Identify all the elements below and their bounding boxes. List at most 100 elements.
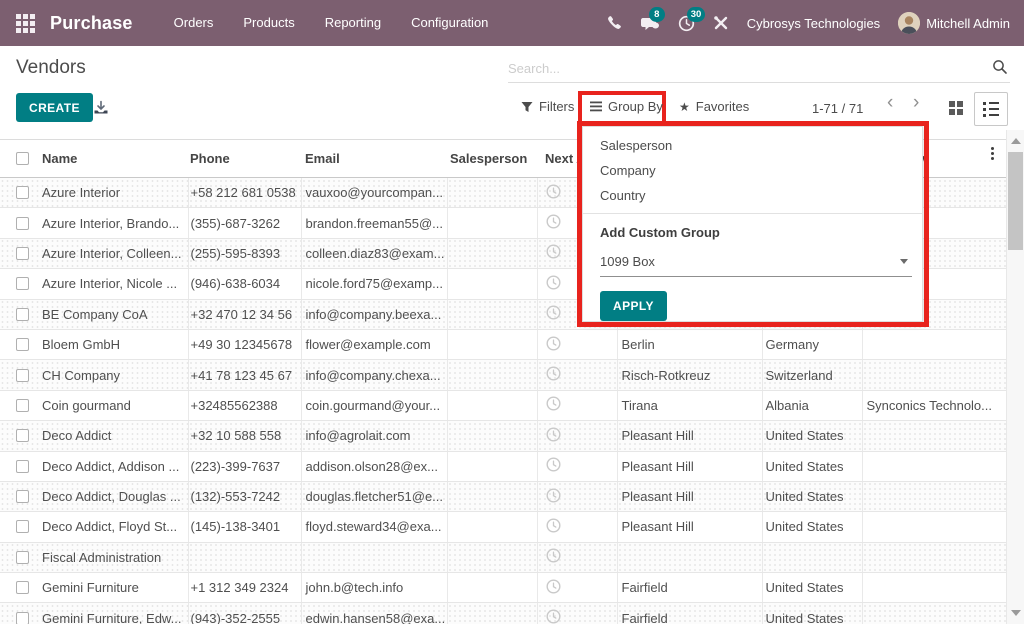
kanban-view-button[interactable] (949, 101, 964, 116)
cell-city[interactable]: Fairfield (617, 573, 762, 603)
cell-email[interactable]: colleen.diaz83@exam... (301, 238, 447, 268)
activities-icon[interactable]: 30 (678, 15, 695, 32)
cell-phone[interactable]: +41 78 123 45 67 (188, 360, 301, 390)
cell-email[interactable]: john.b@tech.info (301, 573, 447, 603)
cell-country[interactable]: United States (762, 603, 862, 624)
tools-icon[interactable] (713, 15, 729, 31)
cell-city[interactable]: Pleasant Hill (617, 512, 762, 542)
cell-country[interactable]: United States (762, 481, 862, 511)
row-checkbox[interactable] (16, 186, 29, 199)
cell-name[interactable]: Azure Interior, Brando... (40, 208, 188, 238)
cell-activity[interactable] (537, 481, 617, 511)
cell-name[interactable]: Fiscal Administration (40, 542, 188, 572)
cell-email[interactable]: info@agrolait.com (301, 421, 447, 451)
nav-menu-reporting[interactable]: Reporting (310, 0, 396, 46)
cell-company[interactable] (862, 542, 1006, 572)
row-checkbox[interactable] (16, 399, 29, 412)
cell-country[interactable]: United States (762, 451, 862, 481)
favorites-button[interactable]: ★ Favorites (679, 99, 749, 114)
table-row[interactable]: Gemini Furniture, Edw...(943)-352-2555ed… (0, 603, 1006, 624)
row-checkbox[interactable] (16, 369, 29, 382)
cell-salesperson[interactable] (447, 360, 537, 390)
row-checkbox[interactable] (16, 308, 29, 321)
cell-email[interactable]: brandon.freeman55@... (301, 208, 447, 238)
nav-menu-configuration[interactable]: Configuration (396, 0, 503, 46)
cell-activity[interactable] (537, 421, 617, 451)
cell-phone[interactable]: (145)-138-3401 (188, 512, 301, 542)
table-row[interactable]: Bloem GmbH+49 30 12345678flower@example.… (0, 329, 1006, 359)
cell-salesperson[interactable] (447, 390, 537, 420)
table-row[interactable]: Deco Addict, Floyd St...(145)-138-3401fl… (0, 512, 1006, 542)
cell-salesperson[interactable] (447, 178, 537, 208)
user-menu[interactable]: Mitchell Admin (898, 12, 1010, 34)
phone-icon[interactable] (606, 15, 622, 31)
cell-company[interactable] (862, 512, 1006, 542)
cell-city[interactable]: Fairfield (617, 603, 762, 624)
cell-country[interactable] (762, 542, 862, 572)
search-icon[interactable] (992, 59, 1008, 80)
cell-company[interactable] (862, 421, 1006, 451)
cell-city[interactable]: Pleasant Hill (617, 451, 762, 481)
scrollbar-thumb[interactable] (1008, 152, 1023, 250)
cell-phone[interactable]: +1 312 349 2324 (188, 573, 301, 603)
cell-phone[interactable]: +32485562388 (188, 390, 301, 420)
row-checkbox[interactable] (16, 429, 29, 442)
cell-salesperson[interactable] (447, 573, 537, 603)
custom-group-field-select[interactable]: 1099 Box (600, 252, 912, 277)
cell-name[interactable]: Gemini Furniture (40, 573, 188, 603)
cell-email[interactable]: flower@example.com (301, 329, 447, 359)
column-header-name[interactable]: Name (40, 140, 188, 178)
select-all-checkbox[interactable] (16, 152, 29, 165)
cell-salesperson[interactable] (447, 299, 537, 329)
apply-button[interactable]: APPLY (600, 291, 667, 321)
cell-salesperson[interactable] (447, 542, 537, 572)
cell-activity[interactable] (537, 390, 617, 420)
cell-country[interactable]: United States (762, 573, 862, 603)
cell-email[interactable]: douglas.fletcher51@e... (301, 481, 447, 511)
cell-salesperson[interactable] (447, 421, 537, 451)
cell-activity[interactable] (537, 512, 617, 542)
cell-salesperson[interactable] (447, 603, 537, 624)
cell-country[interactable]: Germany (762, 329, 862, 359)
cell-salesperson[interactable] (447, 269, 537, 299)
cell-country[interactable]: Switzerland (762, 360, 862, 390)
cell-phone[interactable] (188, 542, 301, 572)
cell-email[interactable]: floyd.steward34@exa... (301, 512, 447, 542)
cell-phone[interactable]: (132)-553-7242 (188, 481, 301, 511)
row-checkbox[interactable] (16, 581, 29, 594)
cell-name[interactable]: Deco Addict, Douglas ... (40, 481, 188, 511)
scrollbar-down-icon[interactable] (1011, 610, 1021, 616)
cell-phone[interactable]: +32 10 588 558 (188, 421, 301, 451)
cell-email[interactable]: info@company.beexa... (301, 299, 447, 329)
cell-country[interactable]: United States (762, 512, 862, 542)
cell-city[interactable]: Pleasant Hill (617, 481, 762, 511)
company-switcher[interactable]: Cybrosys Technologies (747, 16, 880, 31)
group-by-button[interactable]: Group By (590, 99, 663, 114)
cell-company[interactable]: Synconics Technolo... (862, 390, 1006, 420)
cell-phone[interactable]: (943)-352-2555 (188, 603, 301, 624)
apps-menu-icon[interactable] (16, 14, 35, 33)
app-name[interactable]: Purchase (50, 13, 133, 34)
cell-country[interactable]: United States (762, 421, 862, 451)
table-row[interactable]: Deco Addict, Addison ...(223)-399-7637ad… (0, 451, 1006, 481)
cell-salesperson[interactable] (447, 481, 537, 511)
cell-activity[interactable] (537, 329, 617, 359)
cell-company[interactable] (862, 451, 1006, 481)
filters-button[interactable]: Filters (521, 99, 574, 114)
cell-company[interactable] (862, 329, 1006, 359)
row-checkbox[interactable] (16, 612, 29, 624)
cell-name[interactable]: Azure Interior, Nicole ... (40, 269, 188, 299)
list-view-button[interactable] (974, 92, 1008, 126)
cell-city[interactable] (617, 542, 762, 572)
cell-city[interactable]: Tirana (617, 390, 762, 420)
cell-activity[interactable] (537, 360, 617, 390)
cell-phone[interactable]: (355)-687-3262 (188, 208, 301, 238)
cell-phone[interactable]: (946)-638-6034 (188, 269, 301, 299)
export-download-icon[interactable] (93, 100, 109, 121)
cell-name[interactable]: Deco Addict (40, 421, 188, 451)
cell-phone[interactable]: +32 470 12 34 56 (188, 299, 301, 329)
row-checkbox[interactable] (16, 490, 29, 503)
row-checkbox[interactable] (16, 277, 29, 290)
cell-salesperson[interactable] (447, 451, 537, 481)
cell-salesperson[interactable] (447, 208, 537, 238)
